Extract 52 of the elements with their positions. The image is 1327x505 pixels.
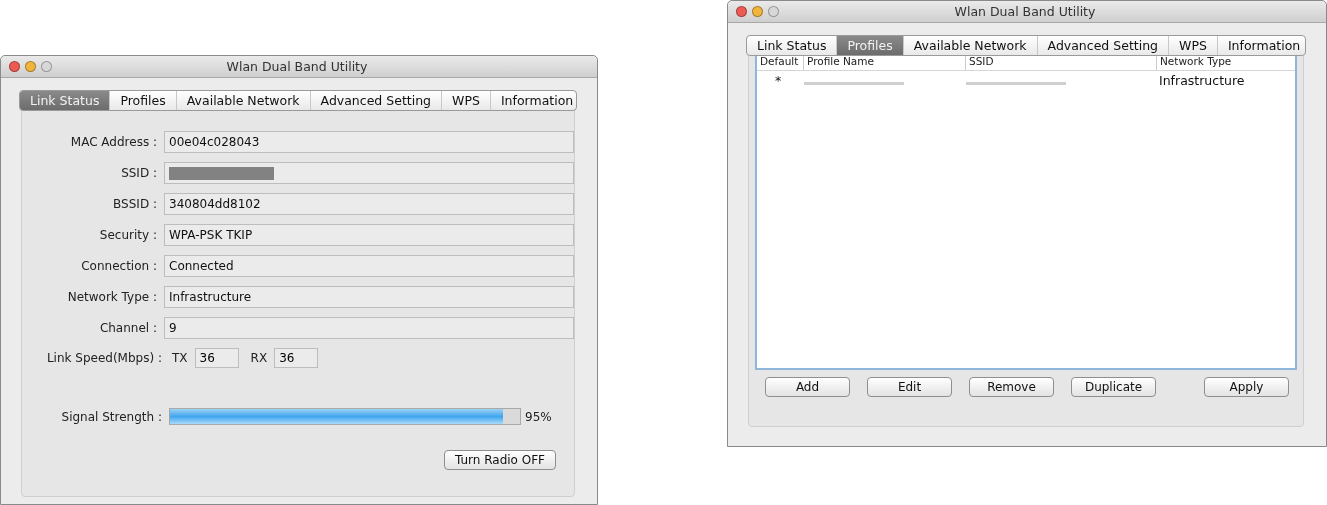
field-label: MAC Address :	[69, 135, 157, 149]
tab[interactable]: Information	[490, 91, 576, 110]
field-label: Link Speed(Mbps) :	[45, 351, 162, 365]
column-header[interactable]: SSID	[966, 55, 1157, 70]
zoom-button[interactable]	[41, 61, 52, 72]
rx-field: 36	[274, 348, 319, 368]
network-type-cell-text: Infrastructure	[1158, 72, 1246, 88]
value-field: 00e04c028043	[164, 131, 574, 153]
zoom-button[interactable]	[768, 6, 779, 17]
value-field: 340804dd8102	[164, 193, 574, 215]
action-button[interactable]: Duplicate	[1071, 377, 1156, 397]
power-toggle-button[interactable]: Turn Radio OFF	[443, 450, 556, 470]
value-field: WPA-PSK TKIP	[164, 224, 574, 246]
tab[interactable]: Profiles	[110, 91, 177, 110]
field-label: BSSID :	[112, 197, 157, 211]
tx-label: TX	[172, 351, 188, 365]
column-header[interactable]: Network Type	[1157, 55, 1295, 70]
value-field: Infrastructure	[164, 286, 574, 308]
tab[interactable]: Profiles	[837, 36, 904, 55]
field-label: Channel :	[98, 321, 157, 335]
signal-reading: 95%	[525, 409, 552, 424]
tab[interactable]: Link Status	[20, 91, 111, 110]
field-label: Signal Strength :	[60, 409, 162, 424]
action-button[interactable]: Remove	[969, 377, 1054, 397]
tab[interactable]: WPS	[1169, 36, 1218, 55]
window-title: Wlan Dual Band Utility	[953, 4, 1097, 19]
rx-label: RX	[250, 351, 268, 365]
action-button[interactable]: Apply	[1204, 377, 1289, 397]
action-button[interactable]: Edit	[867, 377, 952, 397]
field-label: Network Type :	[66, 290, 157, 304]
column-header[interactable]: Default	[757, 55, 804, 70]
tab[interactable]: Available Network	[176, 91, 311, 110]
window-title: Wlan Dual Band Utility	[225, 59, 369, 74]
column-header[interactable]: Profile Name	[804, 55, 966, 70]
close-button[interactable]	[736, 6, 747, 17]
tab[interactable]: Available Network	[903, 36, 1038, 55]
field-label: Security :	[98, 228, 157, 242]
field-label: SSID :	[120, 166, 157, 180]
tab[interactable]: Information	[1217, 36, 1305, 55]
close-button[interactable]	[9, 61, 20, 72]
action-button[interactable]: Add	[765, 377, 850, 397]
default-cell-text: *	[774, 72, 783, 88]
tab[interactable]: Advanced Setting	[1037, 36, 1170, 55]
value-field: Connected	[164, 255, 574, 277]
tab[interactable]: WPS	[442, 91, 491, 110]
tx-field: 36	[194, 348, 239, 368]
minimize-button[interactable]	[25, 61, 36, 72]
table-row[interactable]: * Infrastructure	[757, 71, 1295, 89]
field-label: Connection :	[80, 259, 157, 273]
tab[interactable]: Advanced Setting	[310, 91, 443, 110]
value-field: 9	[164, 317, 574, 339]
minimize-button[interactable]	[752, 6, 763, 17]
